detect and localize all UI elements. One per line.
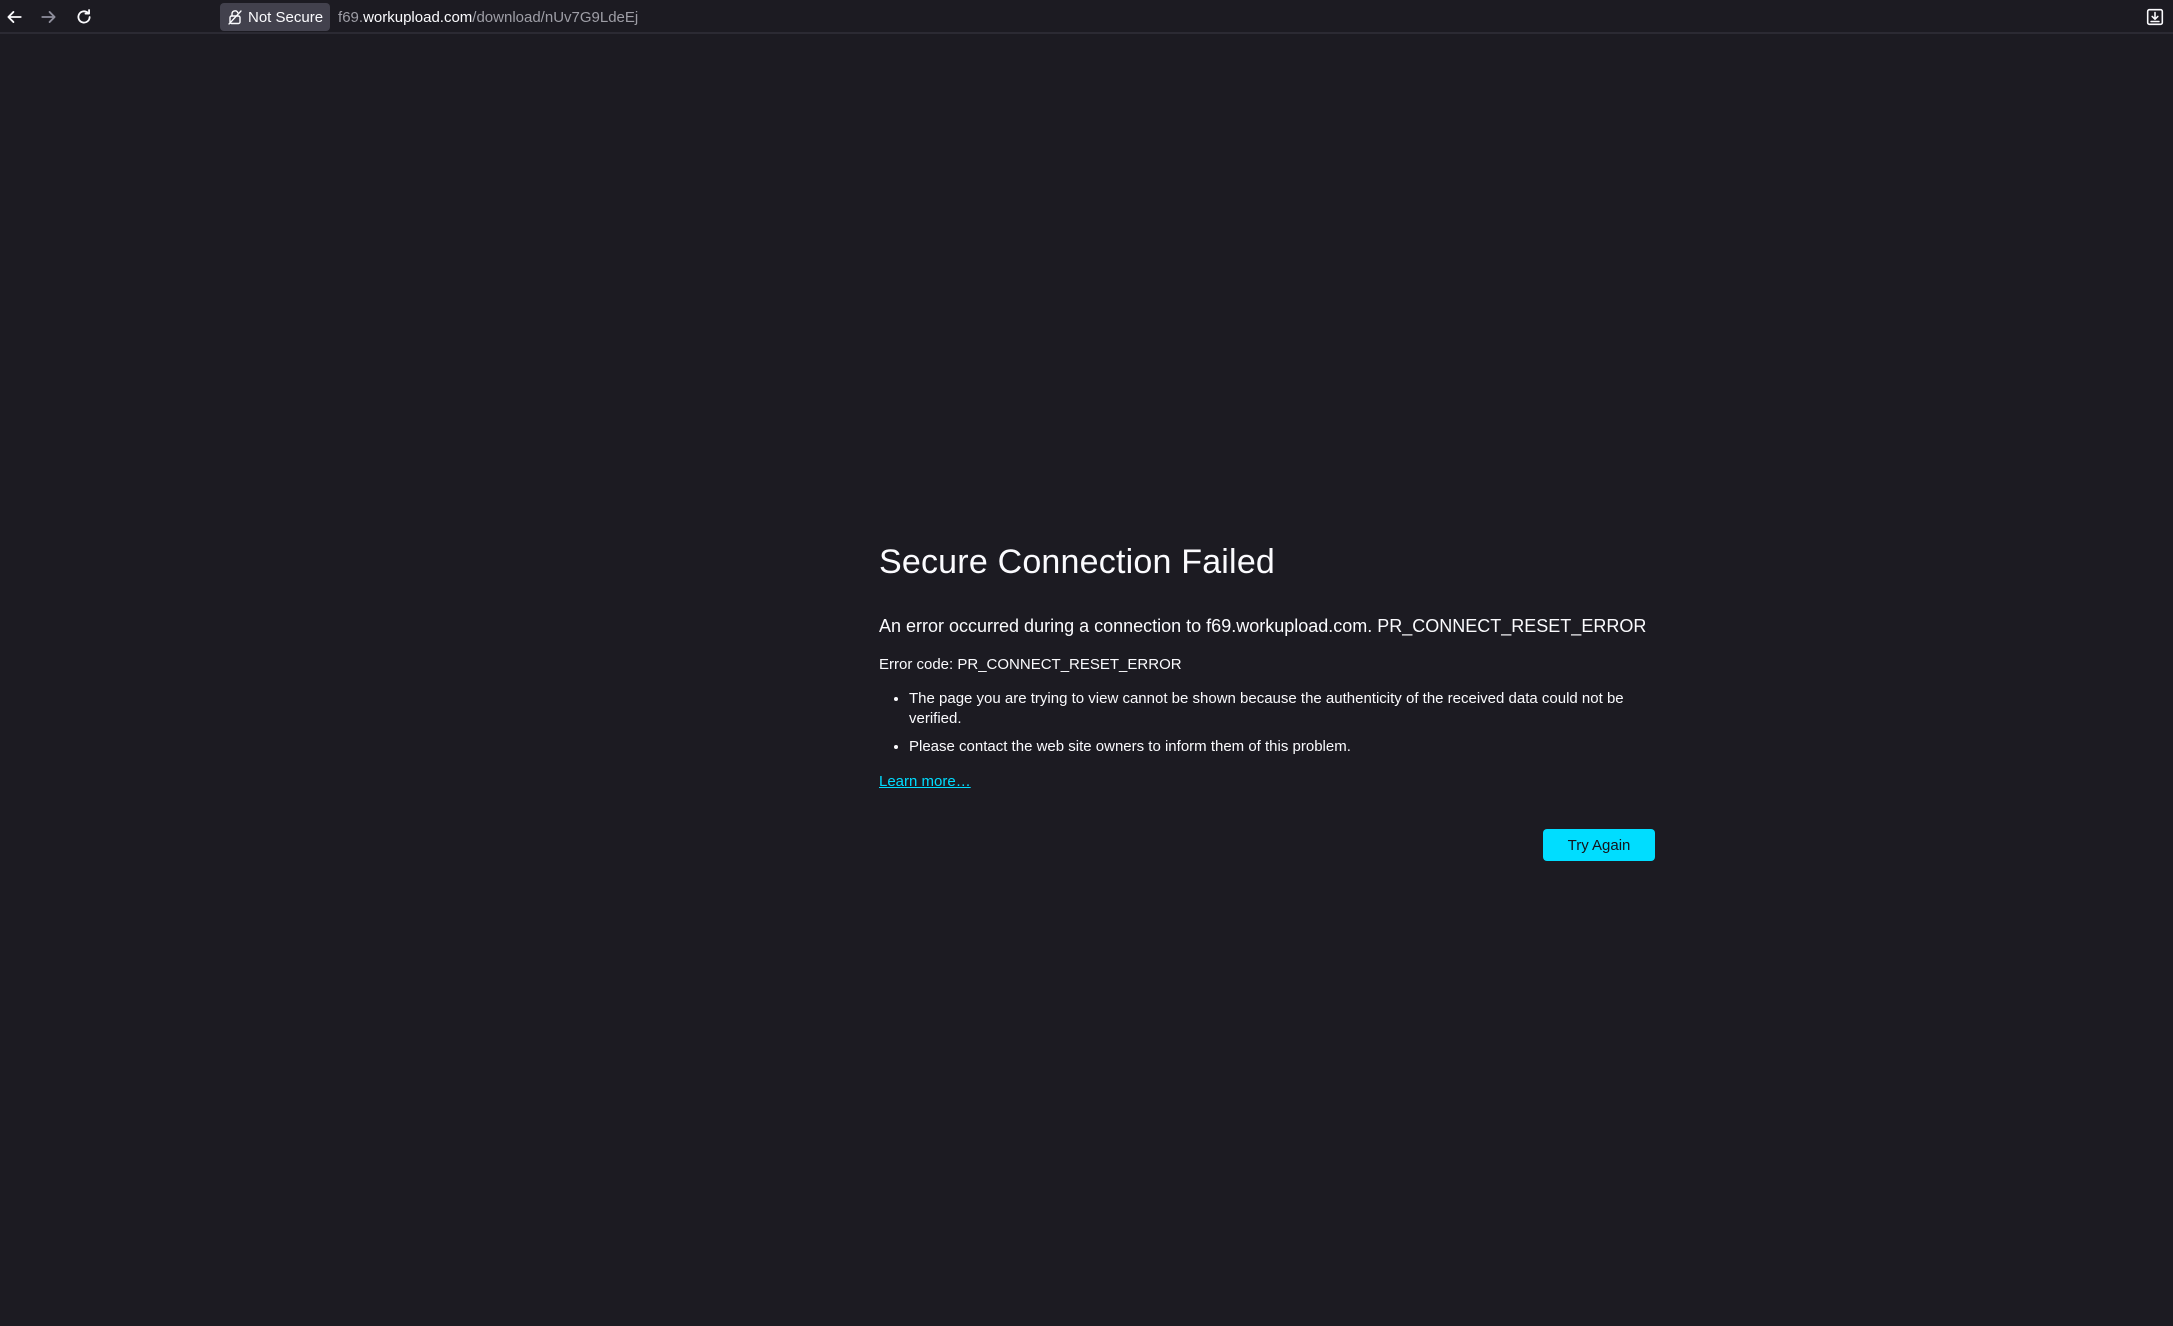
list-item: Please contact the web site owners to in… (909, 737, 1655, 757)
learn-more-link[interactable]: Learn more… (879, 771, 971, 793)
download-icon (2146, 8, 2164, 26)
url-host: workupload.com (363, 8, 473, 26)
button-row: Try Again (879, 829, 1655, 861)
reload-icon (77, 9, 91, 24)
list-item: The page you are trying to view cannot b… (909, 689, 1655, 729)
url-bar[interactable]: Not Secure f69.workupload.com/download/n… (220, 2, 2120, 32)
broken-lock-icon (228, 10, 242, 25)
error-details-list: The page you are trying to view cannot b… (879, 689, 1655, 757)
back-arrow-icon (7, 11, 22, 23)
forward-arrow-icon (41, 11, 56, 23)
error-description: An error occurred during a connection to… (879, 616, 1647, 636)
downloads-button[interactable] (2143, 5, 2167, 29)
try-again-button[interactable]: Try Again (1543, 829, 1655, 861)
security-indicator[interactable]: Not Secure (220, 3, 331, 31)
url-path: /download/nUv7G9LdeEj (472, 8, 639, 26)
browser-toolbar: Not Secure f69.workupload.com/download/n… (0, 0, 2173, 34)
reload-button[interactable] (70, 3, 98, 31)
security-label: Not Secure (248, 8, 324, 26)
error-title: Secure Connection Failed (879, 543, 1276, 581)
forward-button[interactable] (35, 3, 63, 31)
url-prefix: f69. (338, 8, 364, 26)
error-code: Error code: PR_CONNECT_RESET_ERROR (879, 656, 1182, 673)
back-button[interactable] (0, 3, 28, 31)
url-text[interactable]: f69.workupload.com/download/nUv7G9LdeEj (338, 9, 638, 26)
error-page: Secure Connection Failed An error occurr… (879, 536, 1655, 861)
